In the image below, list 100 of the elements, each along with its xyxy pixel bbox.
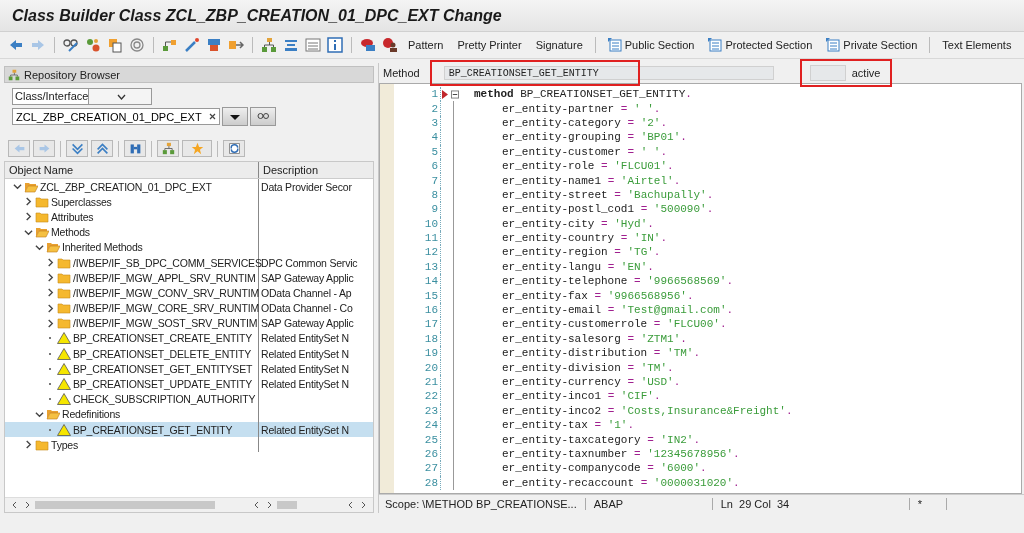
column-header[interactable]: Object Name <box>5 162 259 178</box>
toolbar-button[interactable]: Pretty Printer <box>453 37 526 53</box>
expand-chevron-icon[interactable] <box>24 212 33 222</box>
scope-text: Scope: \METHOD BP_CREATIONSE... <box>385 498 577 510</box>
tree-item[interactable]: BP_CREATIONSET_GET_ENTITY <box>5 422 259 438</box>
tree-item[interactable]: Types <box>5 437 259 453</box>
scroll-left-icon[interactable] <box>347 501 355 509</box>
tree-item-label: BP_CREATIONSET_CREATE_ENTITY <box>73 332 252 345</box>
tree-item[interactable]: BP_CREATIONSET_CREATE_ENTITY <box>5 330 259 347</box>
binoculars-button[interactable] <box>124 140 146 157</box>
circles-icon[interactable] <box>85 37 101 53</box>
tree-item-label: /IWBEP/IF_MGW_APPL_SRV_RUNTIM <box>73 271 256 284</box>
hierarchy-icon[interactable] <box>162 37 178 53</box>
tree-item-label: Attributes <box>51 210 94 223</box>
horizontal-scrollbar[interactable] <box>5 497 373 512</box>
dropdown-button[interactable] <box>222 107 248 126</box>
expand-chevron-icon[interactable] <box>24 440 33 450</box>
tree-item[interactable]: Superclasses <box>5 194 259 210</box>
description-cell: OData Channel - Ap <box>261 286 352 299</box>
expand-chevron-icon[interactable] <box>46 318 55 328</box>
scrollbar-thumb[interactable] <box>35 501 215 509</box>
toolbar-button[interactable]: Signature <box>531 37 587 53</box>
warning-icon <box>57 332 71 345</box>
code-line: er_entity-companycode = '6000'. <box>501 462 707 475</box>
chevron-down-icon <box>116 93 126 100</box>
tree-item[interactable]: BP_CREATIONSET_GET_ENTITYSET <box>5 361 259 377</box>
expand-chevron-icon[interactable] <box>46 303 55 313</box>
tree-item[interactable]: CHECK_SUBSCRIPTION_AUTHORITY <box>5 391 259 407</box>
clear-icon[interactable] <box>209 113 216 120</box>
expand-chevron-icon[interactable] <box>46 288 55 298</box>
tree-item[interactable]: /IWBEP/IF_MGW_APPL_SRV_RUNTIM <box>5 270 259 286</box>
column-header[interactable]: Description <box>259 162 373 178</box>
scroll-right-icon[interactable] <box>23 501 31 509</box>
code-line: er_entity-postl_cod1 = '500090'. <box>501 203 714 216</box>
expand-chevron-icon[interactable] <box>24 197 33 207</box>
expand-all-button[interactable] <box>66 140 88 157</box>
tree-item-label: Superclasses <box>51 195 112 208</box>
toolbar-button[interactable]: Pattern <box>404 37 448 53</box>
binoculars-icon <box>128 142 142 155</box>
tree-item[interactable]: Inherited Methods <box>5 239 259 255</box>
expand-chevron-icon[interactable] <box>35 242 44 252</box>
tree-item[interactable]: Attributes <box>5 209 259 225</box>
expand-chevron-icon[interactable] <box>46 273 55 283</box>
scroll-left-icon[interactable] <box>253 501 261 509</box>
tree-item-label: CHECK_SUBSCRIPTION_AUTHORITY <box>73 393 256 406</box>
info-icon[interactable] <box>327 37 343 53</box>
code-line: er_entity-email = 'Test@gmail.com'. <box>501 304 734 317</box>
expand-chevron-icon[interactable] <box>46 258 55 268</box>
panel-title: Repository Browser <box>24 68 120 81</box>
code-line: er_entity-customerrole = 'FLCU00'. <box>501 318 727 331</box>
expand-chevron-icon[interactable] <box>35 409 44 419</box>
scroll-left-icon[interactable] <box>11 501 19 509</box>
tree-item-label: Redefinitions <box>62 408 121 421</box>
tree-button[interactable] <box>157 140 179 157</box>
code-line: er_entity-inco2 = 'Costs,Insurance&Freight'. <box>501 404 793 417</box>
monitor-icon[interactable] <box>360 37 376 53</box>
line-number: 26 <box>423 447 439 460</box>
person-icon[interactable] <box>382 37 398 53</box>
scroll-right-icon[interactable] <box>359 501 367 509</box>
code-line: er_entity-grouping = 'BP01'. <box>501 131 687 144</box>
pages-icon[interactable] <box>107 37 123 53</box>
toolbar-button[interactable]: Public Section <box>603 36 699 54</box>
refresh-button[interactable] <box>223 140 245 157</box>
object-name-field[interactable]: ZCL_ZBP_CREATION_01_DPC_EXT <box>12 108 220 125</box>
scroll-right-icon[interactable] <box>265 501 273 509</box>
wand-icon[interactable] <box>184 37 200 53</box>
tree-icon[interactable] <box>261 37 277 53</box>
expand-chevron-icon[interactable] <box>24 227 33 237</box>
line-number: 3 <box>430 116 439 129</box>
method-name-field[interactable]: BP_CREATIONSET_GET_ENTITY <box>443 66 774 81</box>
tree-item[interactable]: /IWBEP/IF_MGW_SOST_SRV_RUNTIM <box>5 315 259 331</box>
back-arrow-icon[interactable] <box>8 37 24 53</box>
tree-item[interactable]: ZCL_ZBP_CREATION_01_DPC_EXT <box>5 179 259 195</box>
line-number: 24 <box>423 419 439 432</box>
stack-icon[interactable] <box>283 37 299 53</box>
line-number: 7 <box>430 174 439 187</box>
collapse-icon[interactable] <box>451 89 459 99</box>
glasses-button[interactable] <box>250 107 276 126</box>
warning-icon <box>57 378 71 391</box>
code-line: er_entity-partner = ' '. <box>501 102 661 115</box>
tree-item[interactable]: /IWBEP/IF_MGW_CONV_SRV_RUNTIM <box>5 285 259 301</box>
tree-item[interactable]: /IWBEP/IF_MGW_CORE_SRV_RUNTIM <box>5 300 259 316</box>
line-number: 15 <box>423 289 439 302</box>
toolbar-button[interactable]: Text Elements <box>938 37 1016 53</box>
folder-icon <box>57 256 71 269</box>
collapse-all-button[interactable] <box>91 140 113 157</box>
toolbar-button[interactable]: Private Section <box>822 36 922 54</box>
empty-field[interactable] <box>809 65 846 81</box>
code-line: er_entity-telephone = '9966568569'. <box>501 275 734 288</box>
field-label: Method <box>383 67 420 79</box>
tree-item[interactable]: BP_CREATIONSET_UPDATE_ENTITY <box>5 376 259 392</box>
object-type-dropdown[interactable]: Class/Interface <box>12 88 152 105</box>
toolbar-button[interactable]: Protected Section <box>704 36 817 54</box>
tree-item[interactable]: BP_CREATIONSET_DELETE_ENTITY <box>5 346 259 362</box>
description-cell: Data Provider Secor <box>261 180 352 193</box>
expand-chevron-icon[interactable] <box>13 182 22 192</box>
tree-item[interactable]: Methods <box>5 224 259 240</box>
glasses-icon[interactable] <box>63 37 79 53</box>
scrollbar-thumb[interactable] <box>277 501 297 509</box>
code-editor[interactable] <box>379 83 1022 494</box>
